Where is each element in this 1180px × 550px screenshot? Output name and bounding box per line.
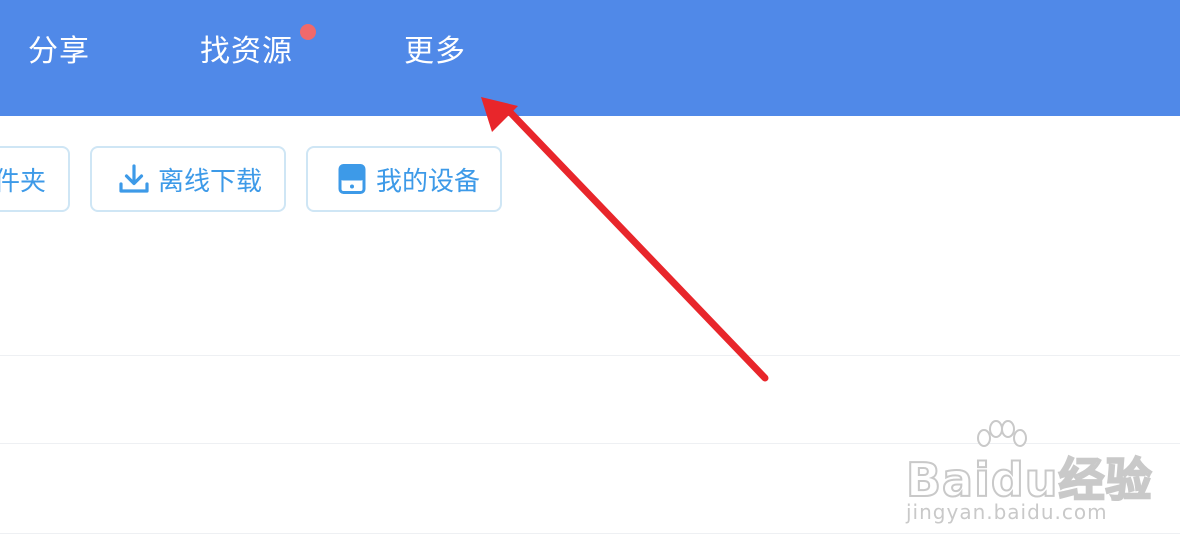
tab-find-resources[interactable]: 找资源 <box>200 32 293 72</box>
download-icon <box>119 164 149 193</box>
new-folder-button[interactable]: 件夹 <box>0 146 70 212</box>
my-devices-label: 我的设备 <box>376 166 481 197</box>
device-icon <box>338 164 366 194</box>
watermark: Baidu经验 jingyan.baidu.com <box>900 420 1153 530</box>
new-folder-label: 件夹 <box>0 166 46 197</box>
offline-download-button[interactable]: 离线下载 <box>90 146 286 212</box>
app-page: 分享 找资源 更多 件夹 离线下载 我的设备 Baidu经验 jingyan.b… <box>0 0 1180 550</box>
tab-more[interactable]: 更多 <box>404 32 466 72</box>
tab-share[interactable]: 分享 <box>28 32 90 72</box>
list-divider <box>0 355 1180 356</box>
notification-dot <box>300 24 316 40</box>
list-divider <box>0 533 1180 534</box>
watermark-site: jingyan.baidu.com <box>906 500 1108 524</box>
my-devices-button[interactable]: 我的设备 <box>306 146 502 212</box>
top-nav-bar: 分享 找资源 更多 <box>0 0 1180 116</box>
offline-download-label: 离线下载 <box>158 166 263 197</box>
